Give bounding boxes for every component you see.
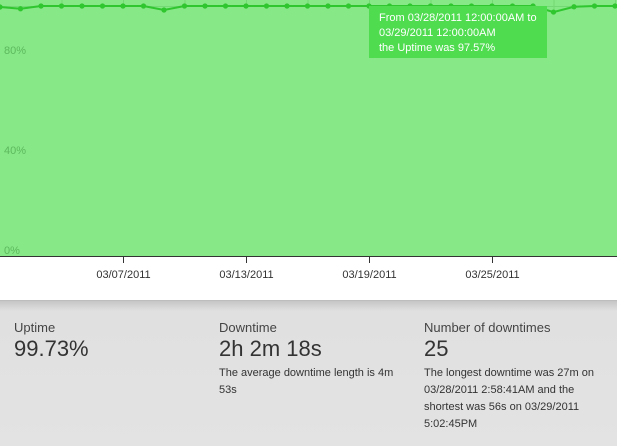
downtime-note: The average downtime length is 4m 53s [219,367,394,396]
data-point[interactable] [325,3,331,9]
data-point[interactable] [263,3,270,9]
data-point[interactable] [58,3,65,9]
data-point[interactable] [17,6,24,12]
x-axis-ticks: 03/07/2011 03/13/2011 03/19/2011 03/25/2011 [96,256,520,281]
data-point[interactable] [345,3,352,9]
y-tick-label: 0% [4,245,20,257]
data-point[interactable] [591,3,598,9]
tooltip-line-1: From 03/28/2011 12:00:00AM to [379,12,537,24]
data-point[interactable] [304,3,311,9]
downtime-value: 2h 2m 18s [219,336,322,361]
data-point[interactable] [202,3,208,9]
y-tick-label: 80% [4,45,26,57]
downtimes-count-label: Number of downtimes [424,320,551,335]
x-tick-label: 03/19/2011 [342,269,396,281]
data-point[interactable] [243,3,249,9]
uptime-label: Uptime [14,320,56,335]
tooltip-line-3: the Uptime was 97.57% [379,42,496,54]
y-tick-label: 40% [4,145,26,157]
data-point[interactable] [140,3,147,9]
downtime-stat: Downtime 2h 2m 18s The average downtime … [219,320,409,399]
data-point[interactable] [284,3,290,9]
downtimes-count-value: 25 [424,336,449,361]
x-tick-label: 03/07/2011 [96,269,150,281]
data-point[interactable] [161,7,167,13]
data-point[interactable] [79,3,85,9]
tooltip-line-2: 03/29/2011 12:00:00AM [379,27,496,39]
chart-tooltip: From 03/28/2011 12:00:00AM to 03/29/2011… [369,6,547,58]
data-point[interactable] [120,3,126,9]
data-point[interactable] [38,3,44,9]
data-point[interactable] [222,3,229,9]
data-point[interactable] [550,9,557,15]
downtimes-count-note: The longest downtime was 27m on 03/28/20… [424,367,594,430]
stats-panel: Uptime 99.73% Downtime 2h 2m 18s The ave… [0,300,617,446]
data-point[interactable] [181,3,188,9]
uptime-value: 99.73% [14,336,89,361]
downtimes-count-stat: Number of downtimes 25 The longest downt… [424,320,604,433]
uptime-stat: Uptime 99.73% [14,320,204,361]
x-tick-label: 03/25/2011 [465,269,519,281]
data-point[interactable] [99,3,106,9]
x-tick-label: 03/13/2011 [219,269,273,281]
downtime-label: Downtime [219,320,277,335]
data-point[interactable] [571,4,577,10]
